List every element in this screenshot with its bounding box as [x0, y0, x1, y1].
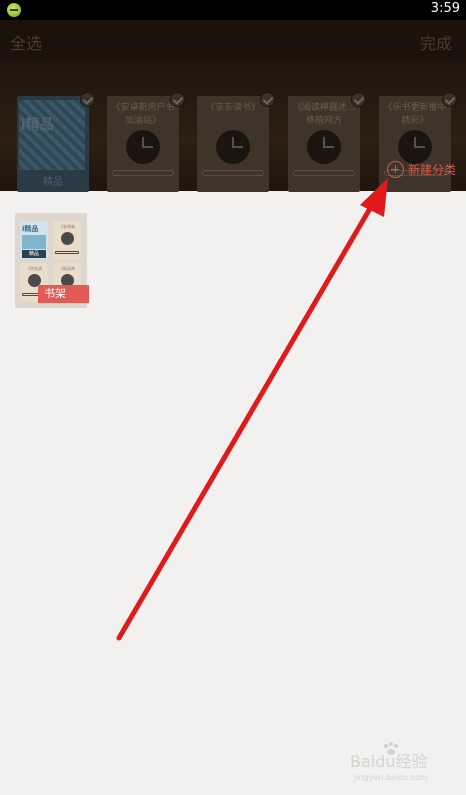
- check-icon[interactable]: [80, 92, 95, 107]
- clock-icon: [216, 130, 250, 164]
- status-bar: 3:59: [0, 0, 466, 20]
- mini-book: 《安卓新: [53, 221, 81, 259]
- watermark-text: Baidu经验: [350, 752, 428, 771]
- check-icon[interactable]: [442, 92, 457, 107]
- mini-book-cover: i精品 精品: [20, 221, 48, 259]
- book-item[interactable]: 《阅读神器述...移植网方: [288, 92, 366, 192]
- check-icon[interactable]: [170, 92, 185, 107]
- app-notification-icon: [7, 3, 21, 17]
- book-title: 《乐书更新推中精彩》: [383, 103, 447, 126]
- mini-progress: [55, 251, 79, 254]
- download-progress: [202, 170, 264, 176]
- folder-label[interactable]: 书架: [38, 285, 89, 303]
- status-time: 3:59: [430, 1, 460, 16]
- edit-toolbar: 全选 完成: [0, 20, 466, 60]
- book-cover[interactable]: i精品 精品: [17, 92, 95, 192]
- clock-icon: [126, 130, 160, 164]
- new-category-label: 新建分类: [408, 163, 457, 177]
- download-progress: [293, 170, 355, 176]
- cover-art: [19, 100, 85, 170]
- mini-title: 《安卓新: [59, 224, 75, 229]
- mini-title: 《阅读神: [59, 266, 75, 271]
- book-title: 《阅读神器述...移植网方: [292, 103, 356, 126]
- plus-circle-icon: [387, 161, 404, 178]
- clock-icon: [398, 130, 432, 164]
- book-item[interactable]: 《安卓新用户书加油站》: [107, 92, 185, 192]
- check-icon[interactable]: [351, 92, 366, 107]
- check-icon[interactable]: [260, 92, 275, 107]
- cover-brand: i精品: [21, 117, 54, 133]
- book-title: 《安卓新用户书加油站》: [111, 103, 175, 126]
- book-title: 《京东读书》: [205, 103, 260, 113]
- book-item[interactable]: 《京东读书》: [197, 92, 275, 192]
- mini-title: 《京东读: [26, 266, 42, 271]
- download-progress: [112, 170, 174, 176]
- clock-icon: [61, 232, 74, 245]
- cover-label: 精品: [43, 177, 63, 188]
- watermark-url: jingyan.baidu.com: [354, 773, 428, 782]
- new-category-button[interactable]: 新建分类: [387, 161, 456, 178]
- select-all-button[interactable]: 全选: [10, 30, 42, 54]
- mini-art: [22, 235, 46, 249]
- mini-label: 精品: [22, 250, 46, 258]
- clock-icon: [307, 130, 341, 164]
- mini-brand: i精品: [22, 225, 39, 233]
- arrow-shaft: [116, 202, 375, 641]
- done-button[interactable]: 完成: [420, 30, 452, 54]
